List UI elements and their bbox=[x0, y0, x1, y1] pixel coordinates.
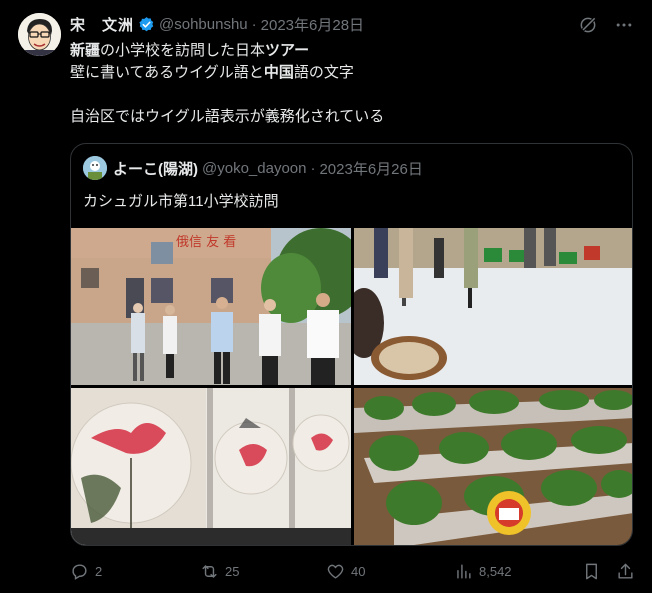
reply-button[interactable]: 2 bbox=[70, 560, 102, 582]
heart-icon bbox=[327, 564, 344, 579]
author-handle[interactable]: @sohbunshu bbox=[159, 16, 248, 33]
tweet-line-1: 新疆の小学校を訪問した日本ツアー bbox=[70, 40, 630, 62]
share-button[interactable] bbox=[616, 560, 635, 582]
tweet-line-4: 自治区ではウイグル語表示が義務化されている bbox=[70, 106, 630, 128]
tweet-action-bar: 2 25 40 8,542 bbox=[70, 560, 638, 582]
views-count: 8,542 bbox=[479, 563, 512, 579]
tweet-header: 宋 文洲 @sohbunshu · 2023年6月28日 bbox=[70, 13, 364, 35]
share-icon bbox=[618, 563, 633, 579]
school-hall-photo[interactable] bbox=[354, 228, 632, 385]
retweet-button[interactable]: 25 bbox=[200, 560, 239, 582]
quote-author-handle[interactable]: @yoko_dayoon bbox=[202, 160, 306, 177]
retweet-count: 25 bbox=[225, 563, 240, 579]
bold-text: ツアー bbox=[265, 42, 310, 59]
author-name[interactable]: 宋 文洲 bbox=[70, 14, 134, 35]
bookmark-icon bbox=[586, 563, 597, 579]
bookmark-button[interactable] bbox=[582, 560, 601, 582]
quote-author-name[interactable]: よーこ(陽湖) bbox=[113, 158, 198, 179]
quote-author-avatar[interactable] bbox=[83, 156, 107, 180]
bold-text: 新疆 bbox=[70, 42, 101, 59]
views-button[interactable]: 8,542 bbox=[454, 560, 512, 582]
separator-dot: · bbox=[251, 15, 257, 33]
tweet-body: 新疆の小学校を訪問した日本ツアー 壁に書いてあるウイグル語と中国語の文字 自治区… bbox=[70, 40, 630, 128]
banner-text: 俄信 友 看 bbox=[176, 234, 236, 250]
text-span: 語の文字 bbox=[293, 64, 354, 81]
quote-text: カシュガル市第11小学校訪問 bbox=[83, 193, 279, 210]
retweet-icon bbox=[202, 564, 217, 578]
separator-dot: · bbox=[310, 159, 316, 177]
text-span: の小学校を訪問した日本 bbox=[100, 42, 266, 59]
text-span: 自治区ではウイグル語表示が義務化されている bbox=[70, 108, 385, 125]
more-options-icon[interactable] bbox=[614, 15, 634, 35]
like-count: 40 bbox=[351, 563, 366, 579]
verified-badge-icon bbox=[138, 16, 155, 33]
top-right-actions bbox=[578, 15, 634, 35]
reply-icon bbox=[72, 563, 87, 580]
bold-text: 中国 bbox=[263, 64, 294, 81]
quote-image-grid: 俄信 友 看 bbox=[71, 228, 632, 545]
reply-count: 2 bbox=[95, 563, 103, 579]
quoted-tweet[interactable]: よーこ(陽湖) @yoko_dayoon · 2023年6月26日 カシュガル市… bbox=[70, 143, 633, 546]
quote-date[interactable]: 2023年6月26日 bbox=[319, 158, 422, 179]
like-button[interactable]: 40 bbox=[326, 560, 365, 582]
tweet-line-2: 壁に書いてあるウイグル語と中国語の文字 bbox=[70, 62, 630, 84]
quote-header: よーこ(陽湖) @yoko_dayoon · 2023年6月26日 bbox=[83, 156, 423, 180]
author-avatar[interactable] bbox=[18, 13, 61, 56]
text-span: 壁に書いてあるウイグル語と bbox=[70, 64, 264, 81]
grok-icon[interactable] bbox=[578, 15, 598, 35]
vegetable-garden-photo[interactable] bbox=[354, 388, 632, 545]
tweet-date[interactable]: 2023年6月28日 bbox=[261, 14, 364, 35]
views-chart-icon bbox=[457, 563, 471, 579]
school-courtyard-photo[interactable]: 俄信 友 看 bbox=[71, 228, 351, 385]
flower-paintings-photo[interactable] bbox=[71, 388, 351, 545]
